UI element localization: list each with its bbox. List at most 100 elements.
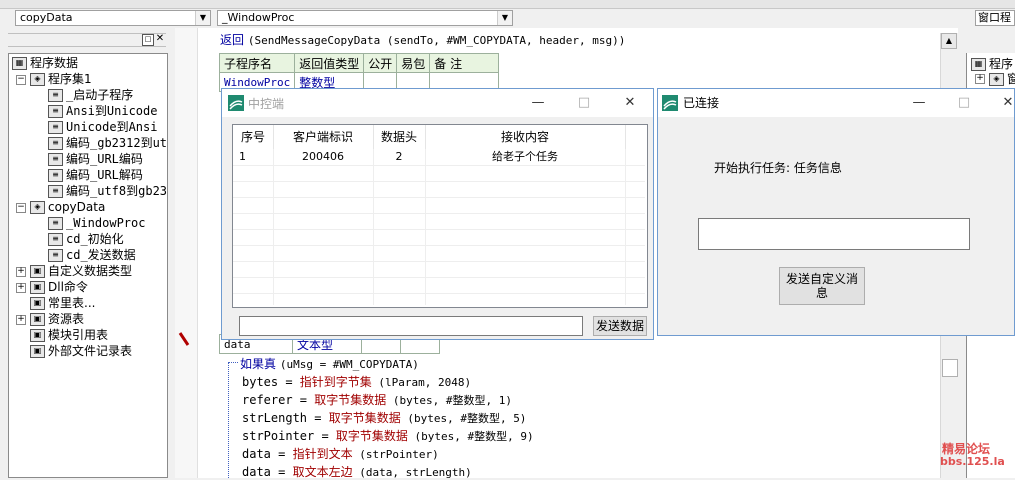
expand-icon[interactable]: − <box>16 203 26 213</box>
tree-item-label: Dll命令 <box>48 280 88 294</box>
return-keyword: 返回 <box>220 33 245 47</box>
expand-icon[interactable]: + <box>16 283 26 293</box>
function-name: 取字节集数据 <box>314 393 387 407</box>
tree-item[interactable]: ≡ Ansi到Unicode <box>48 103 157 119</box>
tree-item[interactable]: ▣ 自定义数据类型 <box>30 263 132 279</box>
restore-panel-icon[interactable]: □ <box>142 34 154 46</box>
tree-item[interactable]: ≡ Unicode到Ansi <box>48 119 157 135</box>
function-name: 取字节集数据 <box>335 429 408 443</box>
expand-icon[interactable]: − <box>16 75 26 85</box>
tree-item[interactable]: ▦ 程序数据 <box>12 55 78 71</box>
grid-line <box>233 229 645 230</box>
editor-gutter <box>175 28 198 478</box>
subroutine-icon: ≡ <box>48 217 63 230</box>
send-data-button[interactable]: 发送数据 <box>593 316 647 336</box>
message-input[interactable] <box>239 316 583 336</box>
tree-item[interactable]: ≡ 编码_gb2312到ut <box>48 135 167 151</box>
expand-icon[interactable]: + <box>975 74 985 84</box>
grid-line <box>373 149 374 305</box>
tree-item-label: cd_发送数据 <box>66 248 136 262</box>
tree-item-label: cd_初始化 <box>66 232 124 246</box>
chevron-down-icon: ▼ <box>195 11 210 25</box>
custom-message-input[interactable] <box>698 218 970 250</box>
code-line[interactable]: referer = 取字节集数据 (bytes, #整数型, 1) <box>242 391 512 408</box>
tree-item[interactable]: ≡ 编码_URL解码 <box>48 167 143 183</box>
close-icon[interactable]: ✕ <box>998 93 1015 113</box>
tree-item[interactable]: ≡ 编码_utf8到gb23 <box>48 183 167 199</box>
row-head: 2 <box>395 150 403 163</box>
subroutine-icon: ≡ <box>48 169 63 182</box>
code-text: data = <box>242 465 293 479</box>
tree-item[interactable]: ≡ _WindowProc <box>48 215 145 231</box>
procedure-combo[interactable]: _WindowProc ▼ <box>217 10 513 26</box>
tree-item[interactable]: ▣ 模块引用表 <box>30 327 108 343</box>
tree-item-label: copyData <box>48 200 106 214</box>
custom-type-icon: ▣ <box>30 265 45 278</box>
minimize-icon[interactable]: — <box>528 93 548 113</box>
tree-item-label: 编码_utf8到gb23 <box>66 184 168 198</box>
column-header[interactable]: 客户端标识 <box>273 125 374 149</box>
maximize-icon[interactable]: □ <box>574 93 594 113</box>
tree-item[interactable]: ≡ 编码_URL编码 <box>48 151 143 167</box>
function-name: 取字节集数据 <box>328 411 401 425</box>
expand-icon[interactable]: + <box>16 315 26 325</box>
code-line[interactable]: data = 指针到文本 (strPointer) <box>242 445 439 462</box>
code-line[interactable]: bytes = 指针到字节集 (lParam, 2048) <box>242 373 471 390</box>
subroutine-icon: ≡ <box>48 185 63 198</box>
table-header-cell: 备 注 <box>429 53 500 73</box>
expand-icon[interactable]: + <box>16 267 26 277</box>
tree-item[interactable]: ◈ copyData <box>30 199 105 215</box>
column-header[interactable]: 序号 <box>233 125 274 149</box>
tree-item[interactable]: ▣ 资源表 <box>30 311 84 327</box>
module-combo-value: copyData <box>20 11 73 24</box>
tree-item-label: 编码_URL解码 <box>66 168 143 182</box>
scroll-thumb[interactable] <box>942 359 958 377</box>
program-data-icon: ▦ <box>971 58 986 71</box>
module-combo[interactable]: copyData ▼ <box>15 10 211 26</box>
tree-item-label: 程序集1 <box>48 72 92 86</box>
code-line[interactable]: 如果真 (uMsg = #WM_COPYDATA) <box>240 355 419 372</box>
tree-item[interactable]: ≡ cd_发送数据 <box>48 247 136 263</box>
tree-item-label: 自定义数据类型 <box>48 264 133 278</box>
module-icon: ◈ <box>30 73 45 86</box>
function-name: 指针到文本 <box>292 447 353 461</box>
send-custom-message-button[interactable]: 发送自定义消息 <box>779 267 865 305</box>
subroutine-table: 子程序名 返回值类型 公开 易包 备 注 WindowProc 整数型 <box>218 53 500 92</box>
function-name: 指针到字节集 <box>299 375 372 389</box>
tree-item-label: 编码_URL编码 <box>66 152 143 166</box>
row-content: 给老子个任务 <box>492 150 558 163</box>
tree-item[interactable]: ◈ 程序集1 <box>30 71 92 87</box>
message-listview[interactable]: 序号 客户端标识 数据头 接收内容 1 200406 2 给老子个任务 <box>232 124 648 308</box>
tree-item-label: 资源表 <box>48 312 85 326</box>
close-icon[interactable]: ✕ <box>620 93 640 113</box>
window-program-tab[interactable]: 窗口程 <box>975 10 1015 26</box>
code-line[interactable]: data = 取文本左边 (data, strLength) <box>242 463 472 480</box>
grid-line <box>233 181 645 182</box>
tree-item[interactable]: ≡ cd_初始化 <box>48 231 124 247</box>
table-header-row: 子程序名 返回值类型 公开 易包 备 注 <box>218 53 500 73</box>
tree-item-label: 程序数据 <box>30 56 79 70</box>
window-title: 已连接 <box>683 96 720 110</box>
tree-item-label: _启动子程序 <box>66 88 134 102</box>
scroll-up-icon[interactable]: ▲ <box>941 33 957 49</box>
table-row[interactable]: 1 200406 2 给老子个任务 <box>233 149 645 165</box>
minimize-icon[interactable]: — <box>909 93 929 113</box>
grid-line <box>233 165 645 166</box>
code-line[interactable]: strLength = 取字节集数据 (bytes, #整数型, 5) <box>242 409 526 426</box>
table-header-cell: 子程序名 <box>218 53 296 73</box>
column-header[interactable]: 接收内容 <box>425 125 626 149</box>
tree-item[interactable]: ≡ _启动子程序 <box>48 87 133 103</box>
tree-item[interactable]: ▣ 常里表... <box>30 295 95 311</box>
tree-item[interactable]: ▣ 外部文件记录表 <box>30 343 132 359</box>
grid-line <box>233 197 645 198</box>
code-line[interactable]: strPointer = 取字节集数据 (bytes, #整数型, 9) <box>242 427 534 444</box>
code-args: (bytes, #整数型, 1) <box>386 394 512 407</box>
breakpoint-pen-icon <box>178 331 190 347</box>
column-header[interactable]: 数据头 <box>373 125 426 149</box>
close-panel-icon[interactable]: ✕ <box>155 34 165 44</box>
grid-line <box>273 149 274 305</box>
code-text: data = <box>242 447 293 461</box>
maximize-icon[interactable]: □ <box>954 93 974 113</box>
tree-item-label: _WindowProc <box>66 216 146 230</box>
tree-item[interactable]: ▣ Dll命令 <box>30 279 88 295</box>
